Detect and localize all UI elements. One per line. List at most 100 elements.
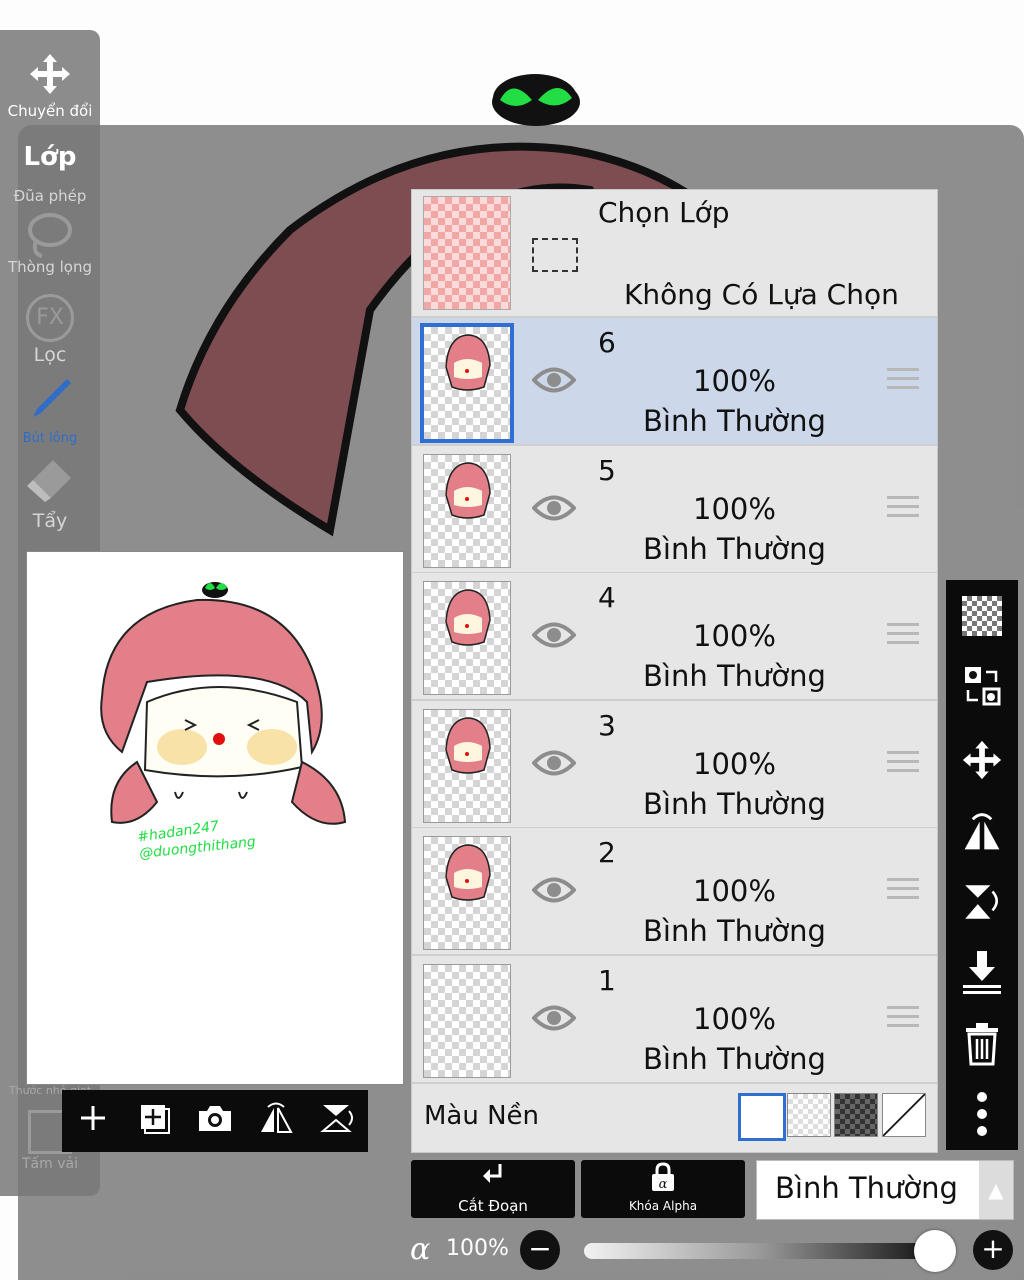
preview-action-bar — [62, 1090, 368, 1152]
layer-number: 5 — [598, 453, 616, 487]
swap-layer-button[interactable] — [946, 656, 1018, 716]
visibility-eye-icon[interactable] — [532, 620, 576, 650]
layer-row[interactable]: 3 100% Bình Thường — [412, 700, 937, 829]
more-vertical-icon — [977, 1092, 987, 1136]
transparency-button[interactable] — [946, 586, 1018, 646]
background-color-row: Màu Nền — [412, 1083, 937, 1152]
dropdown-arrow-icon: ▲ — [979, 1161, 1013, 1219]
layer-row[interactable]: 2 100% Bình Thường — [412, 828, 937, 956]
opacity-slider[interactable] — [584, 1243, 936, 1259]
drag-handle-icon[interactable] — [887, 495, 919, 520]
opacity-increase-button[interactable]: + — [973, 1230, 1013, 1270]
tool-eraser[interactable]: Tẩy — [0, 458, 100, 532]
layer-opacity: 100% — [693, 619, 776, 653]
layer-number: 2 — [598, 836, 616, 869]
merge-down-icon — [963, 951, 1001, 994]
layer-number: 4 — [598, 581, 616, 614]
add-layer-copy-button[interactable] — [129, 1101, 179, 1142]
clipping-button[interactable]: Cắt Đoạn — [411, 1160, 575, 1218]
fx-icon: FX — [26, 294, 74, 342]
more-options-button[interactable] — [946, 1084, 1018, 1144]
plus-icon — [80, 1105, 105, 1130]
bg-swatch-white[interactable] — [738, 1093, 786, 1141]
layer-thumbnail — [423, 453, 511, 568]
layers-panel: Chọn Lớp Không Có Lựa Chọn 6 100% Bình Thư… — [411, 189, 938, 1153]
tool-lasso[interactable]: Thòng lọng — [0, 210, 100, 276]
drag-handle-icon[interactable] — [887, 1005, 919, 1030]
tool-transform[interactable]: Chuyển đổi — [0, 52, 100, 120]
tool-label: Tấm vải — [22, 1156, 78, 1172]
layer-blend-mode: Bình Thường — [643, 786, 826, 821]
visibility-eye-icon[interactable] — [532, 365, 576, 395]
alpha-lock-label: Khóa Alpha — [628, 1199, 698, 1213]
drag-handle-icon[interactable] — [887, 623, 919, 647]
layer-blend-mode: Bình Thường — [643, 531, 826, 566]
layer-row[interactable]: 5 100% Bình Thường — [412, 445, 937, 574]
visibility-eye-icon[interactable] — [532, 1003, 576, 1033]
layer-opacity: 100% — [693, 364, 776, 398]
move-layer-button[interactable] — [946, 730, 1018, 790]
layer-row[interactable]: 4 100% Bình Thường — [412, 573, 937, 701]
blend-mode-value: Bình Thường — [775, 1171, 958, 1205]
alpha-lock-button[interactable]: α Khóa Alpha — [581, 1160, 745, 1218]
flip-horizontal-button[interactable] — [251, 1102, 301, 1141]
drag-handle-icon[interactable] — [887, 368, 919, 392]
alpha-icon: α — [410, 1232, 431, 1267]
layer-opacity: 100% — [693, 746, 776, 781]
flip-vertical-icon — [965, 885, 999, 919]
flip-vertical-button[interactable] — [312, 1101, 362, 1142]
tool-magic-wand[interactable]: Đũa phép — [0, 185, 100, 205]
layer-number: 3 — [598, 708, 616, 742]
eraser-icon — [27, 460, 71, 502]
layer-row[interactable]: 1 100% Bình Thường — [412, 955, 937, 1084]
visibility-eye-icon[interactable] — [532, 748, 576, 778]
checker-icon — [962, 596, 1002, 636]
swap-icon — [965, 667, 1001, 706]
merge-down-button[interactable] — [946, 942, 1018, 1002]
drag-handle-icon[interactable] — [887, 878, 919, 902]
bg-swatch-transparent-dark[interactable] — [834, 1093, 878, 1137]
tool-label: Đũa phép — [13, 187, 87, 205]
layer-blend-mode: Bình Thường — [643, 404, 826, 438]
trash-icon — [966, 1023, 998, 1066]
tool-layer[interactable]: Lớp — [0, 140, 100, 172]
layer-thumbnail — [420, 323, 514, 443]
visibility-eye-icon[interactable] — [532, 493, 576, 523]
right-toolbar — [946, 580, 1018, 1150]
flip-layer-vertical-button[interactable] — [946, 872, 1018, 932]
tool-label: Lọc — [33, 344, 67, 366]
svg-text:α: α — [659, 1177, 668, 1192]
opacity-slider-handle[interactable] — [914, 1230, 956, 1272]
layer-thumbnail — [423, 963, 511, 1078]
selection-layer-row[interactable]: Chọn Lớp Không Có Lựa Chọn — [412, 190, 937, 318]
flip-vertical-icon — [320, 1104, 354, 1132]
layer-blend-mode: Bình Thường — [643, 659, 826, 693]
visibility-eye-icon[interactable] — [532, 875, 576, 905]
camera-icon — [198, 1105, 231, 1131]
tool-label: Chuyển đổi — [7, 102, 93, 120]
tool-label: Tẩy — [32, 510, 68, 532]
flip-layer-horizontal-button[interactable] — [946, 802, 1018, 862]
drag-handle-icon[interactable] — [887, 750, 919, 775]
layer-thumbnail — [423, 836, 511, 950]
bg-swatch-transparent-light[interactable] — [787, 1093, 831, 1137]
tool-label: Lớp — [23, 142, 77, 172]
background-label: Màu Nền — [424, 1101, 540, 1131]
bg-swatch-none[interactable] — [882, 1093, 926, 1137]
tool-label: Bút lông — [22, 431, 78, 446]
opacity-value: 100% — [446, 1236, 509, 1261]
tool-brush[interactable]: Bút lông — [0, 375, 100, 446]
brush-icon — [33, 379, 71, 417]
add-layer-button[interactable] — [68, 1103, 118, 1140]
layer-row[interactable]: 6 100% Bình Thường — [412, 318, 937, 446]
delete-layer-button[interactable] — [946, 1014, 1018, 1074]
tool-filter[interactable]: FX Lọc — [0, 294, 100, 366]
blend-mode-select[interactable]: Bình Thường ▲ — [756, 1160, 1014, 1220]
camera-import-button[interactable] — [190, 1103, 240, 1140]
move-arrows-icon — [962, 740, 1002, 780]
layer-number: 1 — [598, 963, 616, 997]
opacity-decrease-button[interactable]: − — [520, 1230, 560, 1270]
lock-icon: α — [581, 1162, 745, 1199]
layer-thumbnail — [423, 708, 511, 823]
layer-number: 6 — [598, 326, 616, 359]
